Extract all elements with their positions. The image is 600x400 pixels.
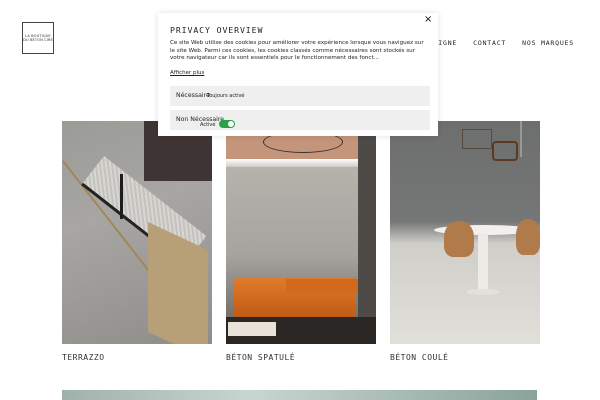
photo-table <box>228 322 276 336</box>
modal-title: PRIVACY OVERVIEW <box>170 25 264 35</box>
toggle-knob <box>228 121 234 127</box>
non-necessary-cookies-row[interactable]: Non Nécessaire Activé <box>170 110 430 130</box>
close-icon[interactable]: × <box>424 14 432 25</box>
card-terrazzo[interactable]: TERRAZZO <box>62 121 212 362</box>
necessary-cookies-row[interactable]: Nécessaire Toujours activé <box>170 86 430 106</box>
product-gallery: TERRAZZO BÉTON SPATULÉ BÉTON COULÉ <box>62 121 540 362</box>
main-nav: E EN LIGNE CONTACT NOS MARQUES <box>410 39 574 47</box>
beton-coule-photo[interactable] <box>390 121 540 344</box>
photo-chair <box>516 219 540 255</box>
photo-chair <box>444 221 474 257</box>
logo-line-2: DU BÉTON CIRÉ <box>23 38 53 42</box>
photo-sofa-cushion <box>286 279 358 293</box>
card-caption[interactable]: BÉTON SPATULÉ <box>226 353 376 362</box>
card-beton-coule[interactable]: BÉTON COULÉ <box>390 121 540 362</box>
row-status: Toujours activé <box>207 93 245 99</box>
photo-pillar <box>358 136 376 344</box>
nav-item-contact[interactable]: CONTACT <box>473 39 506 47</box>
photo-lamp-cord <box>520 121 522 157</box>
photo-shelf <box>462 129 492 149</box>
modal-body: Ce site Web utilise des cookies pour amé… <box>170 40 424 62</box>
card-beton-spatule[interactable]: BÉTON SPATULÉ <box>226 121 376 362</box>
photo-bench-leg <box>120 174 123 219</box>
beton-spatule-photo[interactable] <box>226 121 376 344</box>
brand-logo[interactable]: LA BOUTIQUE DU BÉTON CIRÉ <box>22 22 54 54</box>
terrazzo-photo[interactable] <box>62 121 212 344</box>
photo-table-base <box>466 289 500 295</box>
photo-lamp <box>492 141 518 161</box>
privacy-modal: PRIVACY OVERVIEW × Ce site Web utilise d… <box>158 13 438 136</box>
row-label: Nécessaire <box>176 92 210 99</box>
show-more-link[interactable]: Afficher plus <box>170 70 204 76</box>
photo-table-foot <box>478 233 488 293</box>
photo-light-strip <box>226 159 376 167</box>
card-caption[interactable]: TERRAZZO <box>62 353 212 362</box>
non-necessary-toggle[interactable] <box>219 120 235 128</box>
next-section-image <box>62 390 537 400</box>
card-caption[interactable]: BÉTON COULÉ <box>390 353 540 362</box>
row-status: Activé <box>200 122 216 128</box>
nav-item-brands[interactable]: NOS MARQUES <box>522 39 574 47</box>
